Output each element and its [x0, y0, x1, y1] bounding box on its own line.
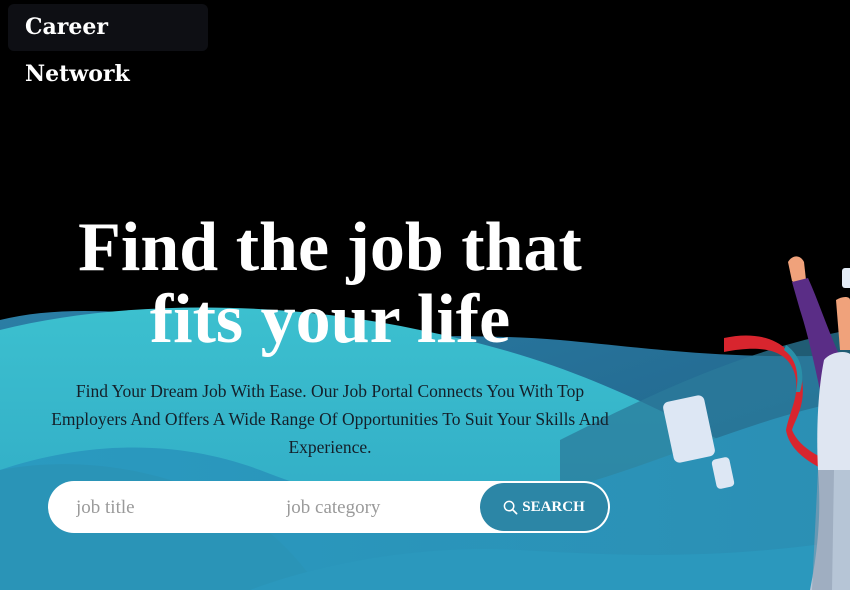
job-category-input[interactable]: [284, 491, 508, 525]
job-title-input[interactable]: [74, 491, 268, 525]
hero-headline-line-1: Find the job that: [78, 209, 582, 286]
brand-logo[interactable]: Career Network: [8, 4, 208, 87]
hero-headline: Find the job that fits your life: [30, 212, 630, 356]
search-button[interactable]: SEARCH: [480, 483, 608, 531]
search-button-label: SEARCH: [522, 498, 585, 515]
job-search-bar: SEARCH: [48, 481, 610, 533]
hero-headline-line-2: fits your life: [149, 281, 511, 358]
search-icon: [503, 500, 518, 515]
hero-subtitle: Find Your Dream Job With Ease. Our Job P…: [51, 381, 609, 457]
